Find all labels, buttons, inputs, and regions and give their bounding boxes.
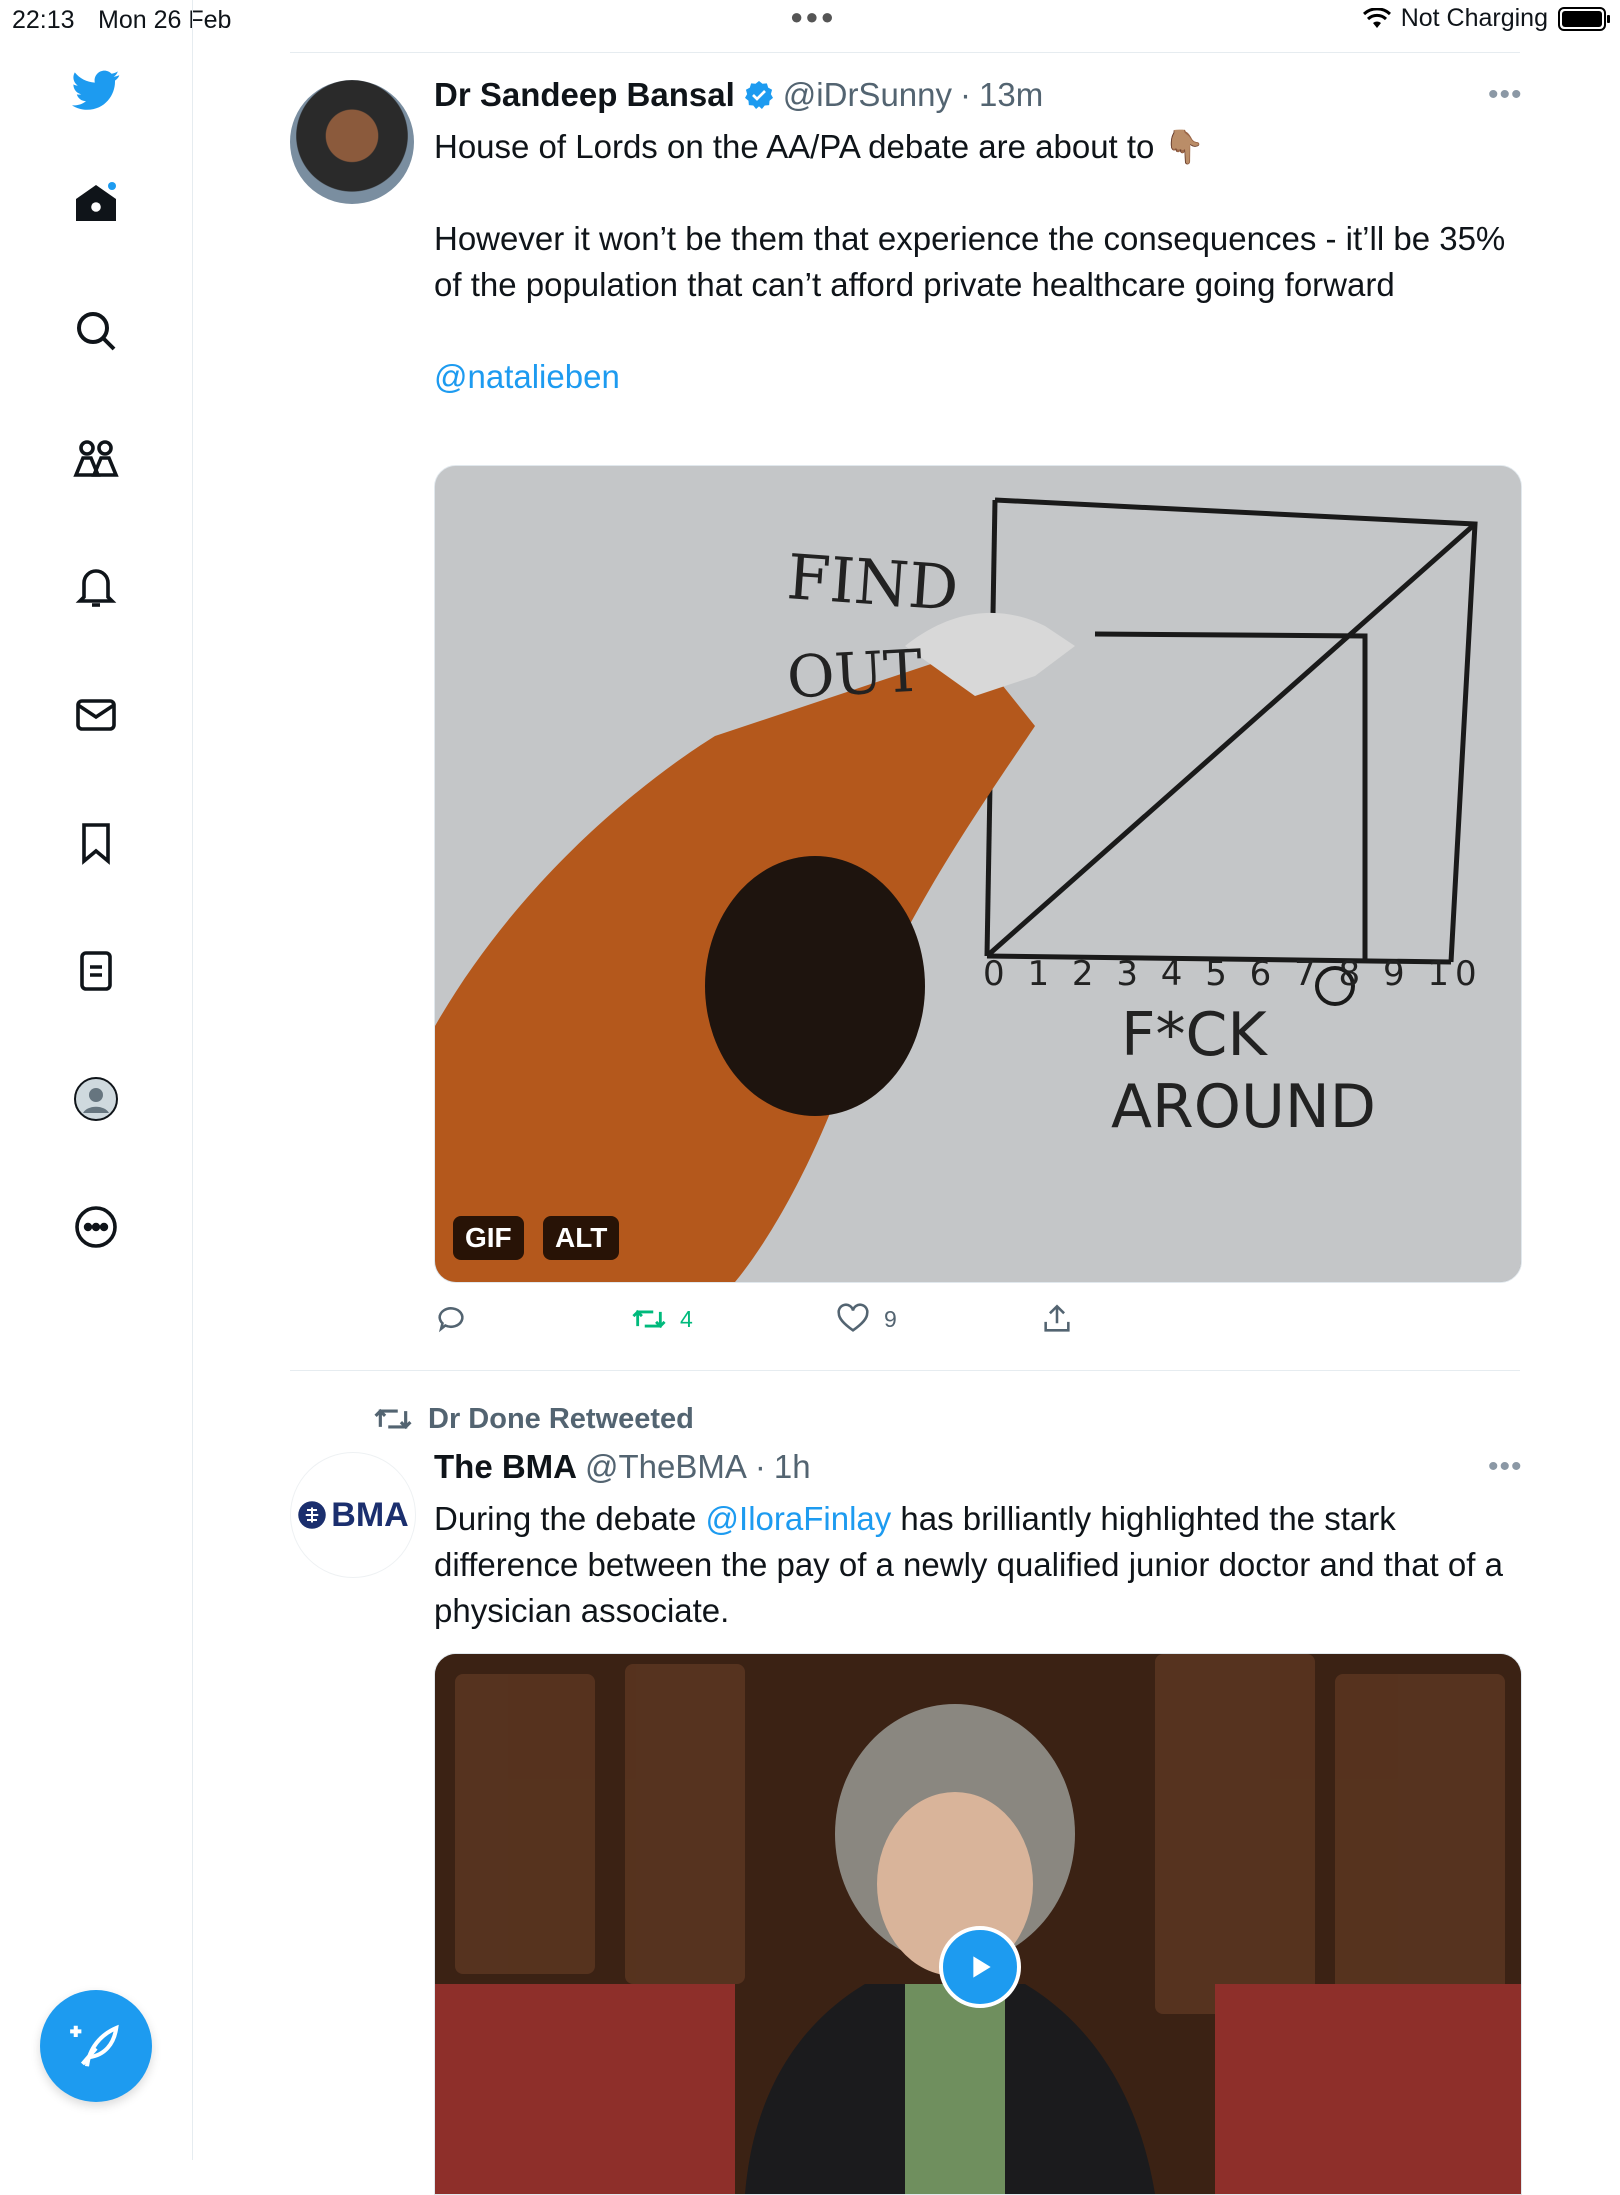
like-count: 9 xyxy=(884,1305,897,1332)
play-button[interactable] xyxy=(939,1926,1021,2008)
share-icon xyxy=(1044,1304,1070,1332)
play-icon xyxy=(973,1956,991,1978)
status-bar: 22:13 Mon 26 Feb ●●● Not Charging xyxy=(0,0,1620,40)
whiteboard-out: OUT xyxy=(785,636,924,712)
sidebar xyxy=(0,0,193,2160)
tweet-video-media[interactable] xyxy=(434,1653,1522,2195)
heart-icon xyxy=(837,1303,869,1332)
tweet-header: The BMA @TheBMA · 1h xyxy=(434,1448,811,1486)
like-button[interactable]: 9 xyxy=(836,1302,897,1336)
tweet-time[interactable]: 13m xyxy=(979,76,1043,114)
bookmarks-icon[interactable] xyxy=(68,815,124,871)
feed-top-divider xyxy=(290,52,1520,53)
reply-icon xyxy=(438,1307,464,1333)
lists-icon[interactable] xyxy=(68,943,124,999)
author-handle[interactable]: @TheBMA xyxy=(585,1448,747,1486)
multitasking-dots-icon[interactable]: ●●● xyxy=(790,4,836,30)
bma-avatar[interactable]: BMA xyxy=(290,1452,416,1578)
tweet-text-para2: However it won’t be them that experience… xyxy=(434,220,1506,303)
separator-dot: · xyxy=(754,1448,766,1485)
tweet-body: House of Lords on the AA/PA debate are a… xyxy=(434,124,1514,400)
video-thumbnail xyxy=(435,1654,1521,2194)
tweet-more-icon[interactable]: ••• xyxy=(1488,1450,1523,1484)
author-name[interactable]: Dr Sandeep Bansal xyxy=(434,76,735,114)
separator-dot: · xyxy=(960,76,972,113)
whiteboard-around: AROUND xyxy=(1111,1072,1376,1142)
tweet-text-before: During the debate xyxy=(434,1500,706,1537)
whiteboard-ticks: 0 1 2 3 4 5 6 7 8 9 10 xyxy=(983,954,1483,994)
tweet-body: During the debate @IloraFinlay has brill… xyxy=(434,1496,1514,1634)
search-icon[interactable] xyxy=(68,303,124,359)
whiteboard-fck: F*CK xyxy=(1121,1000,1267,1070)
feather-plus-icon xyxy=(70,2024,119,2067)
home-icon[interactable] xyxy=(68,175,124,231)
retweet-context-icon xyxy=(374,1408,412,1430)
reply-button[interactable] xyxy=(434,1302,468,1336)
tweet-time[interactable]: 1h xyxy=(774,1448,811,1486)
tweet-divider xyxy=(290,1370,1520,1371)
status-right: Not Charging xyxy=(1362,4,1610,33)
author-avatar[interactable] xyxy=(290,80,414,204)
mention-link[interactable]: @natalieben xyxy=(434,354,1514,400)
alt-badge[interactable]: ALT xyxy=(543,1216,620,1260)
profile-icon[interactable] xyxy=(68,1071,124,1127)
retweet-icon xyxy=(632,1309,666,1329)
tweet-header: Dr Sandeep Bansal @iDrSunny · 13m xyxy=(434,76,1043,114)
tweet-text-line1: House of Lords on the AA/PA debate are a… xyxy=(434,128,1205,165)
verified-badge-icon xyxy=(744,81,773,109)
messages-icon[interactable] xyxy=(68,687,124,743)
author-name[interactable]: The BMA xyxy=(434,1448,577,1486)
author-handle[interactable]: @iDrSunny xyxy=(783,76,952,114)
twitter-logo-icon[interactable] xyxy=(68,62,124,118)
retweet-context[interactable]: Dr Done Retweeted xyxy=(374,1400,694,1438)
gif-badge: GIF xyxy=(453,1216,524,1260)
retweet-count: 4 xyxy=(680,1305,693,1332)
bma-crest-icon xyxy=(298,1501,327,1529)
wifi-icon xyxy=(1362,7,1391,28)
whiteboard-graph xyxy=(435,466,1521,1282)
whiteboard-find: FIND xyxy=(784,540,961,625)
bma-avatar-text: BMA xyxy=(331,1495,409,1534)
compose-tweet-button[interactable] xyxy=(40,1990,152,2102)
tweet-more-icon[interactable]: ••• xyxy=(1488,78,1523,112)
charging-status: Not Charging xyxy=(1400,4,1548,32)
tweet-gif-media[interactable]: FIND OUT 0 1 2 3 4 5 6 7 8 9 10 F*CK ARO… xyxy=(434,465,1522,1283)
battery-icon xyxy=(1558,6,1610,31)
more-icon[interactable] xyxy=(68,1199,124,1255)
mention-link[interactable]: @IloraFinlay xyxy=(706,1500,892,1537)
retweet-button[interactable]: 4 xyxy=(632,1302,693,1336)
share-button[interactable] xyxy=(1040,1302,1074,1336)
retweeted-by: Dr Done Retweeted xyxy=(428,1402,694,1435)
notifications-icon[interactable] xyxy=(68,559,124,615)
communities-icon[interactable] xyxy=(68,431,124,487)
